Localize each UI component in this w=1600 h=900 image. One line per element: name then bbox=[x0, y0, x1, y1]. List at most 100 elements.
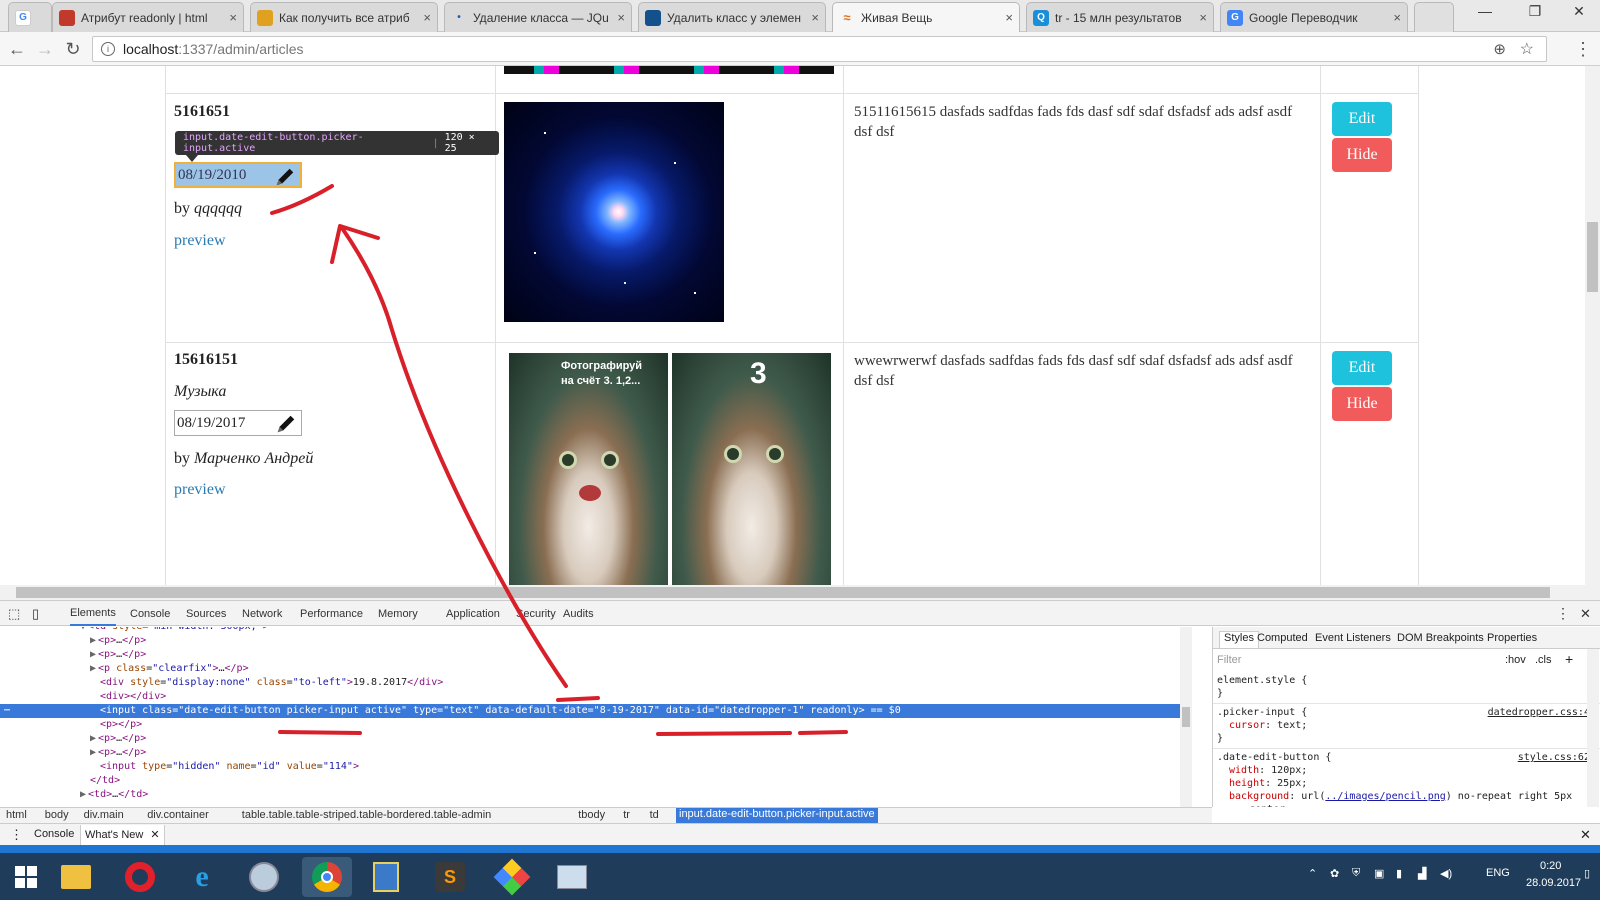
opera-icon[interactable] bbox=[120, 857, 160, 897]
inspect-element-icon[interactable]: ⬚ bbox=[8, 601, 20, 626]
dom-line[interactable]: </td> bbox=[80, 774, 120, 788]
devtools-tab-application[interactable]: Application bbox=[446, 601, 500, 626]
style-rule-source-link[interactable]: style.css:628 bbox=[1518, 752, 1596, 763]
address-bar[interactable]: i localhost:1337/admin/articles ⊕ ☆ bbox=[92, 36, 1547, 62]
tab-google[interactable]: G bbox=[8, 2, 52, 32]
styles-tab-event-listeners[interactable]: Event Listeners bbox=[1315, 632, 1391, 644]
devtools-close-icon[interactable]: ✕ bbox=[1580, 601, 1591, 626]
tray-notifications-icon[interactable]: ▯ bbox=[1584, 867, 1590, 880]
dom-line-selected[interactable]: <input class="date-edit-button picker-in… bbox=[90, 704, 901, 718]
dom-line-more-icon[interactable]: ⋯ bbox=[4, 704, 10, 718]
dom-line[interactable]: <input type="hidden" name="id" value="11… bbox=[90, 760, 359, 774]
reload-icon[interactable]: ↻ bbox=[62, 38, 84, 60]
elements-dom-tree[interactable]: ▼<td style="min-width: 300px;"> ▶<p>…</p>… bbox=[0, 627, 1192, 807]
preview-link[interactable]: preview bbox=[174, 232, 226, 250]
page-horizontal-scrollbar[interactable] bbox=[0, 585, 1600, 600]
devtools-tab-elements[interactable]: Elements bbox=[70, 601, 116, 626]
style-rule-selector[interactable]: .date-edit-button { bbox=[1217, 752, 1331, 763]
style-declaration[interactable]: width: 120px; bbox=[1229, 765, 1307, 776]
close-icon[interactable]: × bbox=[229, 10, 237, 25]
dom-expand-icon[interactable]: ▶ bbox=[90, 663, 96, 674]
dom-line[interactable]: ▶ <p>…</p> bbox=[90, 746, 146, 760]
devtools-tab-network[interactable]: Network bbox=[242, 601, 282, 626]
style-rule-selector[interactable]: element.style { bbox=[1217, 675, 1307, 686]
file-explorer-icon[interactable] bbox=[56, 857, 96, 897]
page-horizontal-scrollbar-thumb[interactable] bbox=[16, 587, 1550, 598]
styles-tab-computed[interactable]: Computed bbox=[1257, 632, 1308, 644]
styles-tab-dom-breakpoints[interactable]: DOM Breakpoints bbox=[1397, 632, 1484, 644]
breadcrumb-item[interactable]: body bbox=[45, 809, 69, 821]
back-icon[interactable]: ← bbox=[6, 38, 28, 60]
resource-monitor-icon[interactable] bbox=[552, 857, 592, 897]
dom-expand-icon[interactable]: ▶ bbox=[80, 789, 86, 800]
drawer-tab-whats-new[interactable]: What's New ✕ bbox=[80, 825, 165, 845]
app-icon[interactable] bbox=[366, 857, 406, 897]
preview-link[interactable]: preview bbox=[174, 481, 226, 499]
new-rule-icon[interactable]: + bbox=[1565, 651, 1573, 667]
new-tab-button[interactable] bbox=[1414, 2, 1454, 32]
dom-line[interactable]: ▼<td style="min-width: 300px;"> bbox=[80, 627, 269, 634]
edit-button[interactable]: Edit bbox=[1332, 351, 1392, 385]
breadcrumb-item[interactable]: tr bbox=[623, 809, 630, 821]
tray-time[interactable]: 0:20 bbox=[1540, 860, 1561, 872]
tray-shield-icon[interactable]: ⛨ bbox=[1352, 867, 1360, 880]
close-icon[interactable]: × bbox=[1005, 10, 1013, 25]
menu-icon[interactable]: ⋮ bbox=[1572, 38, 1594, 60]
devtools-tab-console[interactable]: Console bbox=[130, 601, 170, 626]
breadcrumb-item[interactable]: tbody bbox=[578, 809, 605, 821]
dom-expand-icon[interactable]: ▶ bbox=[90, 747, 96, 758]
devtools-menu-icon[interactable]: ⋮ bbox=[1556, 601, 1570, 626]
drawer-menu-icon[interactable]: ⋮ bbox=[10, 827, 23, 843]
zoom-icon[interactable]: ⊕ bbox=[1493, 40, 1506, 58]
tray-device-icon[interactable]: ▣ bbox=[1374, 867, 1384, 880]
close-window-icon[interactable]: ✕ bbox=[1562, 0, 1596, 22]
internet-explorer-icon[interactable]: e bbox=[182, 857, 222, 897]
tray-up-icon[interactable]: ⌃ bbox=[1308, 867, 1317, 880]
colorful-app-icon[interactable] bbox=[492, 857, 532, 897]
dom-line[interactable]: <p></p> bbox=[90, 718, 142, 732]
style-declaration[interactable]: cursor: text; bbox=[1229, 720, 1307, 731]
styles-filter-input[interactable]: Filter bbox=[1217, 654, 1477, 670]
devtools-tab-security[interactable]: Security bbox=[516, 601, 556, 626]
page-scrollbar[interactable] bbox=[1585, 66, 1600, 585]
dom-expand-icon[interactable]: ▼ bbox=[80, 627, 86, 632]
dom-scrollbar-thumb[interactable] bbox=[1182, 707, 1190, 727]
breadcrumb-item[interactable]: html bbox=[6, 809, 27, 821]
edit-button[interactable]: Edit bbox=[1332, 102, 1392, 136]
tray-app-icon[interactable]: ✿ bbox=[1330, 867, 1339, 880]
cls-toggle[interactable]: .cls bbox=[1535, 654, 1552, 666]
tray-date[interactable]: 28.09.2017 bbox=[1526, 877, 1581, 889]
tray-volume-icon[interactable]: ◀) bbox=[1440, 867, 1452, 880]
page-scrollbar-thumb[interactable] bbox=[1587, 222, 1598, 292]
safari-icon[interactable] bbox=[244, 857, 284, 897]
maximize-icon[interactable]: ❐ bbox=[1518, 0, 1552, 22]
dom-scrollbar[interactable] bbox=[1180, 627, 1192, 807]
tab-attributes[interactable]: Как получить все атриб × bbox=[250, 2, 438, 32]
breadcrumb-item[interactable]: div.container bbox=[147, 809, 209, 821]
tray-battery-icon[interactable]: ▮ bbox=[1396, 867, 1402, 880]
dom-line[interactable]: ▶ <p class="clearfix">…</p> bbox=[90, 662, 249, 676]
devtools-tab-audits[interactable]: Audits bbox=[563, 601, 594, 626]
style-declaration[interactable]: height: 25px; bbox=[1229, 778, 1307, 789]
hov-toggle[interactable]: :hov bbox=[1505, 654, 1526, 666]
breadcrumb-item[interactable]: td bbox=[650, 809, 659, 821]
breadcrumb-item[interactable]: table.table.table-striped.table-bordered… bbox=[242, 809, 492, 821]
style-declaration[interactable]: background: url(../images/pencil.png) no… bbox=[1229, 791, 1572, 802]
close-icon[interactable]: × bbox=[1393, 10, 1401, 25]
style-rule-source-link[interactable]: datedropper.css:41 bbox=[1488, 707, 1596, 718]
tab-readonly[interactable]: Атрибут readonly | html × bbox=[52, 2, 244, 32]
styles-tab-styles[interactable]: Styles bbox=[1219, 631, 1259, 648]
chrome-icon[interactable] bbox=[302, 857, 352, 897]
styles-tab-properties[interactable]: Properties bbox=[1487, 632, 1537, 644]
breadcrumb-item[interactable]: input.date-edit-button.picker-input.acti… bbox=[676, 808, 878, 823]
close-icon[interactable]: × bbox=[423, 10, 431, 25]
hide-button[interactable]: Hide bbox=[1332, 138, 1392, 172]
devtools-tab-memory[interactable]: Memory bbox=[378, 601, 418, 626]
device-toolbar-icon[interactable]: ▯ bbox=[32, 601, 39, 626]
tab-search-results[interactable]: Q tr - 15 млн результатов × bbox=[1026, 2, 1214, 32]
tab-remove-class-2[interactable]: Удалить класс у элемен × bbox=[638, 2, 826, 32]
tab-living-thing[interactable]: ≈ Живая Вещь × bbox=[832, 2, 1020, 32]
drawer-close-icon[interactable]: ✕ bbox=[1580, 827, 1591, 843]
tab-remove-class[interactable]: • Удаление класса — JQu × bbox=[444, 2, 632, 32]
dom-line[interactable]: <div></div> bbox=[90, 690, 166, 704]
